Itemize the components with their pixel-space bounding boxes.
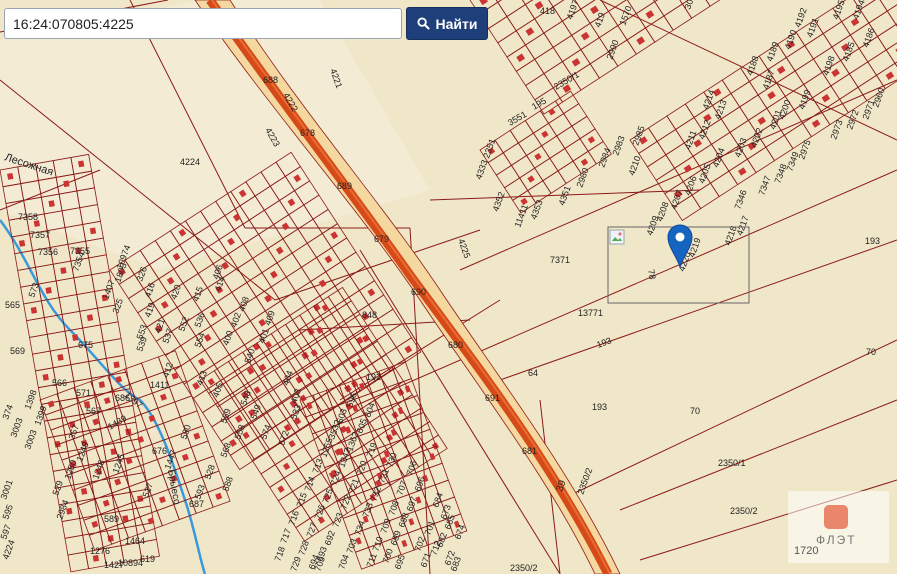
parcel-number: 1276 [90, 546, 110, 556]
watermark: ФЛЭТ 1720 [788, 491, 889, 563]
parcel-number: 690 [411, 287, 426, 297]
building [98, 381, 105, 389]
parcel-number: 569 [10, 346, 25, 356]
building [77, 160, 85, 168]
search-button-label: Найти [435, 15, 478, 32]
parcel-number: 1464 [125, 536, 145, 546]
building [18, 239, 26, 247]
parcel-number: 418 [540, 6, 555, 16]
parcel-number: 192 [366, 372, 381, 382]
watermark-logo-icon [824, 505, 848, 529]
parcel-number: 2350/2 [730, 506, 758, 516]
parcel-number: 676 [152, 446, 167, 456]
parcel-number: 688 [263, 75, 278, 85]
building [45, 287, 52, 294]
building [80, 487, 88, 495]
parcel-number: 691 [485, 393, 500, 403]
building [48, 200, 55, 208]
parcel-number: 70 [690, 406, 700, 416]
building [7, 172, 14, 180]
parcel-number: 848 [362, 310, 377, 320]
parcel-number: 678 [300, 128, 315, 138]
parcel-number: 78 [646, 269, 658, 281]
parcel-number: 566 [52, 378, 67, 388]
parcel-number: 7371 [550, 255, 570, 265]
watermark-number: 1720 [794, 545, 819, 557]
parcel-number: 571 [76, 388, 91, 398]
parcel-number: 680 [448, 340, 463, 350]
parcel-number: 619 [140, 554, 155, 564]
building [89, 227, 97, 235]
parcel-number: 13771 [578, 308, 603, 318]
parcel-number: 689 [337, 181, 352, 191]
parcel-number: 70 [866, 347, 876, 357]
broken-image-icon [609, 229, 625, 245]
building [42, 373, 49, 381]
parcel-number: 4224 [180, 157, 200, 167]
parcel-number: 687 [189, 499, 204, 509]
parcel-number: 193 [592, 402, 607, 412]
building [30, 306, 38, 314]
parcel-number: 675 [78, 340, 93, 350]
map-pin-dot [675, 232, 685, 242]
parcel-number: 7356 [38, 247, 58, 257]
parcel-number: 681 [522, 446, 537, 456]
parcel-number: 589 [104, 514, 119, 524]
watermark-logo-text: ФЛЭТ [816, 533, 857, 547]
cadastral-search-input[interactable] [4, 8, 402, 39]
building [86, 314, 94, 322]
parcel-number: 679 [374, 234, 389, 244]
parcel-number: 2350/1 [718, 458, 746, 468]
parcel-number: 7358 [18, 212, 38, 222]
parcel-number: 1411 [150, 380, 169, 390]
cadastral-map[interactable]: 4184197419299030081570419541944192419141… [0, 0, 897, 574]
parcel-number: 193 [865, 236, 880, 246]
building [63, 180, 70, 188]
search-icon [416, 17, 430, 30]
parcel-number: 565 [5, 300, 20, 310]
parcel-number: 7357 [30, 230, 50, 240]
building [60, 267, 67, 274]
building [57, 354, 64, 361]
parcel-number: 567 [86, 406, 101, 416]
parcel-number: 64 [528, 368, 538, 378]
building [113, 361, 120, 369]
parcel-number: 686 [115, 393, 130, 403]
parcel-number: 2350/2 [510, 563, 538, 573]
search-button[interactable]: Найти [406, 7, 488, 40]
